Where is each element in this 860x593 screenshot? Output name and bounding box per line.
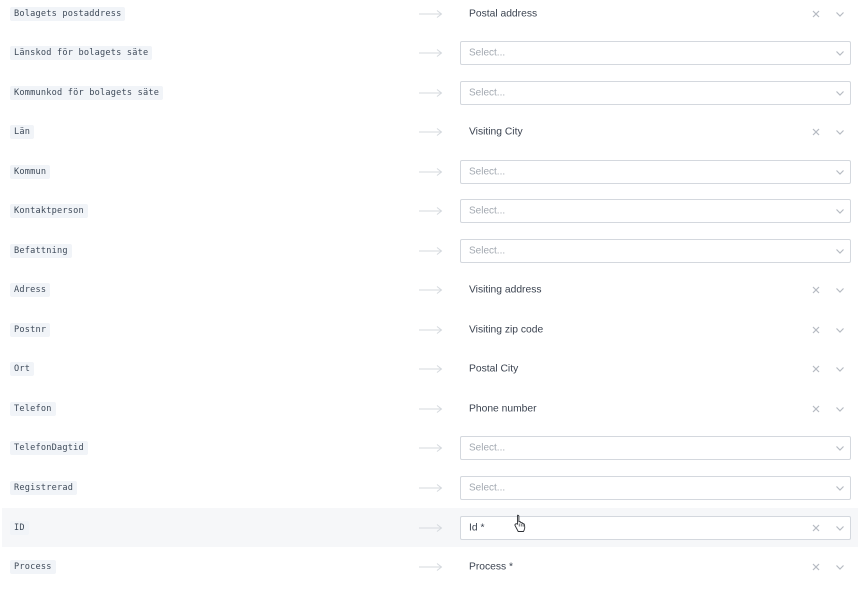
close-icon[interactable] xyxy=(810,284,822,296)
chevron-down-icon[interactable] xyxy=(834,442,846,454)
selected-target-value: Id * xyxy=(469,522,485,533)
chevron-down-icon[interactable] xyxy=(834,205,846,217)
selected-target-value[interactable]: Visiting zip code xyxy=(469,324,543,335)
mapping-row: Kontaktperson Select... xyxy=(2,191,858,230)
hand-pointer-cursor-icon xyxy=(513,514,527,532)
arrow-right-icon xyxy=(418,126,444,138)
source-field-label: Kommun xyxy=(10,164,51,179)
mapping-row: Postnr Visiting zip code xyxy=(2,310,858,349)
source-field-label: ID xyxy=(10,520,29,535)
source-field-label: Befattning xyxy=(10,243,72,258)
select-placeholder: Select... xyxy=(469,47,506,58)
mapping-row: Bolagets postaddress Postal address xyxy=(2,0,858,33)
source-field-label: Kontaktperson xyxy=(10,203,88,218)
chevron-down-icon[interactable] xyxy=(834,245,846,257)
close-icon[interactable] xyxy=(810,363,822,375)
select-placeholder: Select... xyxy=(469,166,506,177)
target-field-select[interactable]: Select... xyxy=(460,475,851,500)
selected-target-value[interactable]: Process * xyxy=(469,561,513,572)
mapping-row: Kommun Select... xyxy=(2,152,858,191)
chevron-down-icon[interactable] xyxy=(834,482,846,494)
arrow-right-icon xyxy=(418,363,444,375)
mapping-row: Kommunkod för bolagets säte Select... xyxy=(2,73,858,112)
mapping-row: Process Process * xyxy=(2,547,858,586)
close-icon[interactable] xyxy=(810,8,822,20)
mapping-row: Län Visiting City xyxy=(2,112,858,151)
mapping-row: Telefon Phone number xyxy=(2,389,858,428)
target-field-select[interactable]: Select... xyxy=(460,40,851,65)
target-field-select[interactable]: Select... xyxy=(460,80,851,105)
chevron-down-icon[interactable] xyxy=(834,284,846,296)
chevron-down-icon[interactable] xyxy=(834,561,846,573)
close-icon[interactable] xyxy=(810,126,822,138)
source-field-label: Bolagets postaddress xyxy=(10,6,126,21)
arrow-right-icon xyxy=(418,8,444,20)
mapping-row: Länskod för bolagets säte Select... xyxy=(2,33,858,72)
source-field-label: Adress xyxy=(10,282,51,297)
arrow-right-icon xyxy=(418,324,444,336)
target-field-select[interactable]: Select... xyxy=(460,238,851,263)
mapping-row: TelefonDagtid Select... xyxy=(2,428,858,467)
mapping-row: ID Id * xyxy=(2,508,858,547)
selected-target-value[interactable]: Postal City xyxy=(469,363,518,374)
arrow-right-icon xyxy=(418,482,444,494)
select-placeholder: Select... xyxy=(469,245,506,256)
source-field-label: Län xyxy=(10,124,35,139)
selected-target-value[interactable]: Visiting address xyxy=(469,284,542,295)
selected-target-value[interactable]: Phone number xyxy=(469,403,537,414)
mapping-row: Befattning Select... xyxy=(2,231,858,270)
arrow-right-icon xyxy=(418,205,444,217)
chevron-down-icon[interactable] xyxy=(834,166,846,178)
source-field-label: Postnr xyxy=(10,322,51,337)
close-icon[interactable] xyxy=(810,561,822,573)
arrow-right-icon xyxy=(418,245,444,257)
select-placeholder: Select... xyxy=(469,87,506,98)
close-icon[interactable] xyxy=(810,403,822,415)
close-icon[interactable] xyxy=(810,522,822,534)
selected-target-value[interactable]: Visiting City xyxy=(469,126,523,137)
arrow-right-icon xyxy=(418,403,444,415)
chevron-down-icon[interactable] xyxy=(834,403,846,415)
source-field-label: Process xyxy=(10,559,56,574)
select-placeholder: Select... xyxy=(469,442,506,453)
mapping-row: Registrerad Select... xyxy=(2,468,858,507)
chevron-down-icon[interactable] xyxy=(834,126,846,138)
chevron-down-icon[interactable] xyxy=(834,47,846,59)
arrow-right-icon xyxy=(418,47,444,59)
select-placeholder: Select... xyxy=(469,205,506,216)
arrow-right-icon xyxy=(418,561,444,573)
source-field-label: Länskod för bolagets säte xyxy=(10,45,153,60)
arrow-right-icon xyxy=(418,284,444,296)
source-field-label: Kommunkod för bolagets säte xyxy=(10,85,164,100)
chevron-down-icon[interactable] xyxy=(834,324,846,336)
target-field-select[interactable]: Select... xyxy=(460,435,851,460)
source-field-label: TelefonDagtid xyxy=(10,440,88,455)
source-field-label: Registrerad xyxy=(10,480,78,495)
close-icon[interactable] xyxy=(810,324,822,336)
source-field-label: Ort xyxy=(10,361,35,376)
select-placeholder: Select... xyxy=(469,482,506,493)
arrow-right-icon xyxy=(418,87,444,99)
mapping-row: Ort Postal City xyxy=(2,349,858,388)
chevron-down-icon[interactable] xyxy=(834,363,846,375)
selected-target-value[interactable]: Postal address xyxy=(469,8,537,19)
arrow-right-icon xyxy=(418,522,444,534)
arrow-right-icon xyxy=(418,442,444,454)
source-field-label: Telefon xyxy=(10,401,56,416)
target-field-select[interactable]: Select... xyxy=(460,159,851,184)
target-field-select[interactable]: Select... xyxy=(460,198,851,223)
chevron-down-icon[interactable] xyxy=(834,8,846,20)
mapping-row: Adress Visiting address xyxy=(2,270,858,309)
chevron-down-icon[interactable] xyxy=(834,522,846,534)
chevron-down-icon[interactable] xyxy=(834,87,846,99)
arrow-right-icon xyxy=(418,166,444,178)
